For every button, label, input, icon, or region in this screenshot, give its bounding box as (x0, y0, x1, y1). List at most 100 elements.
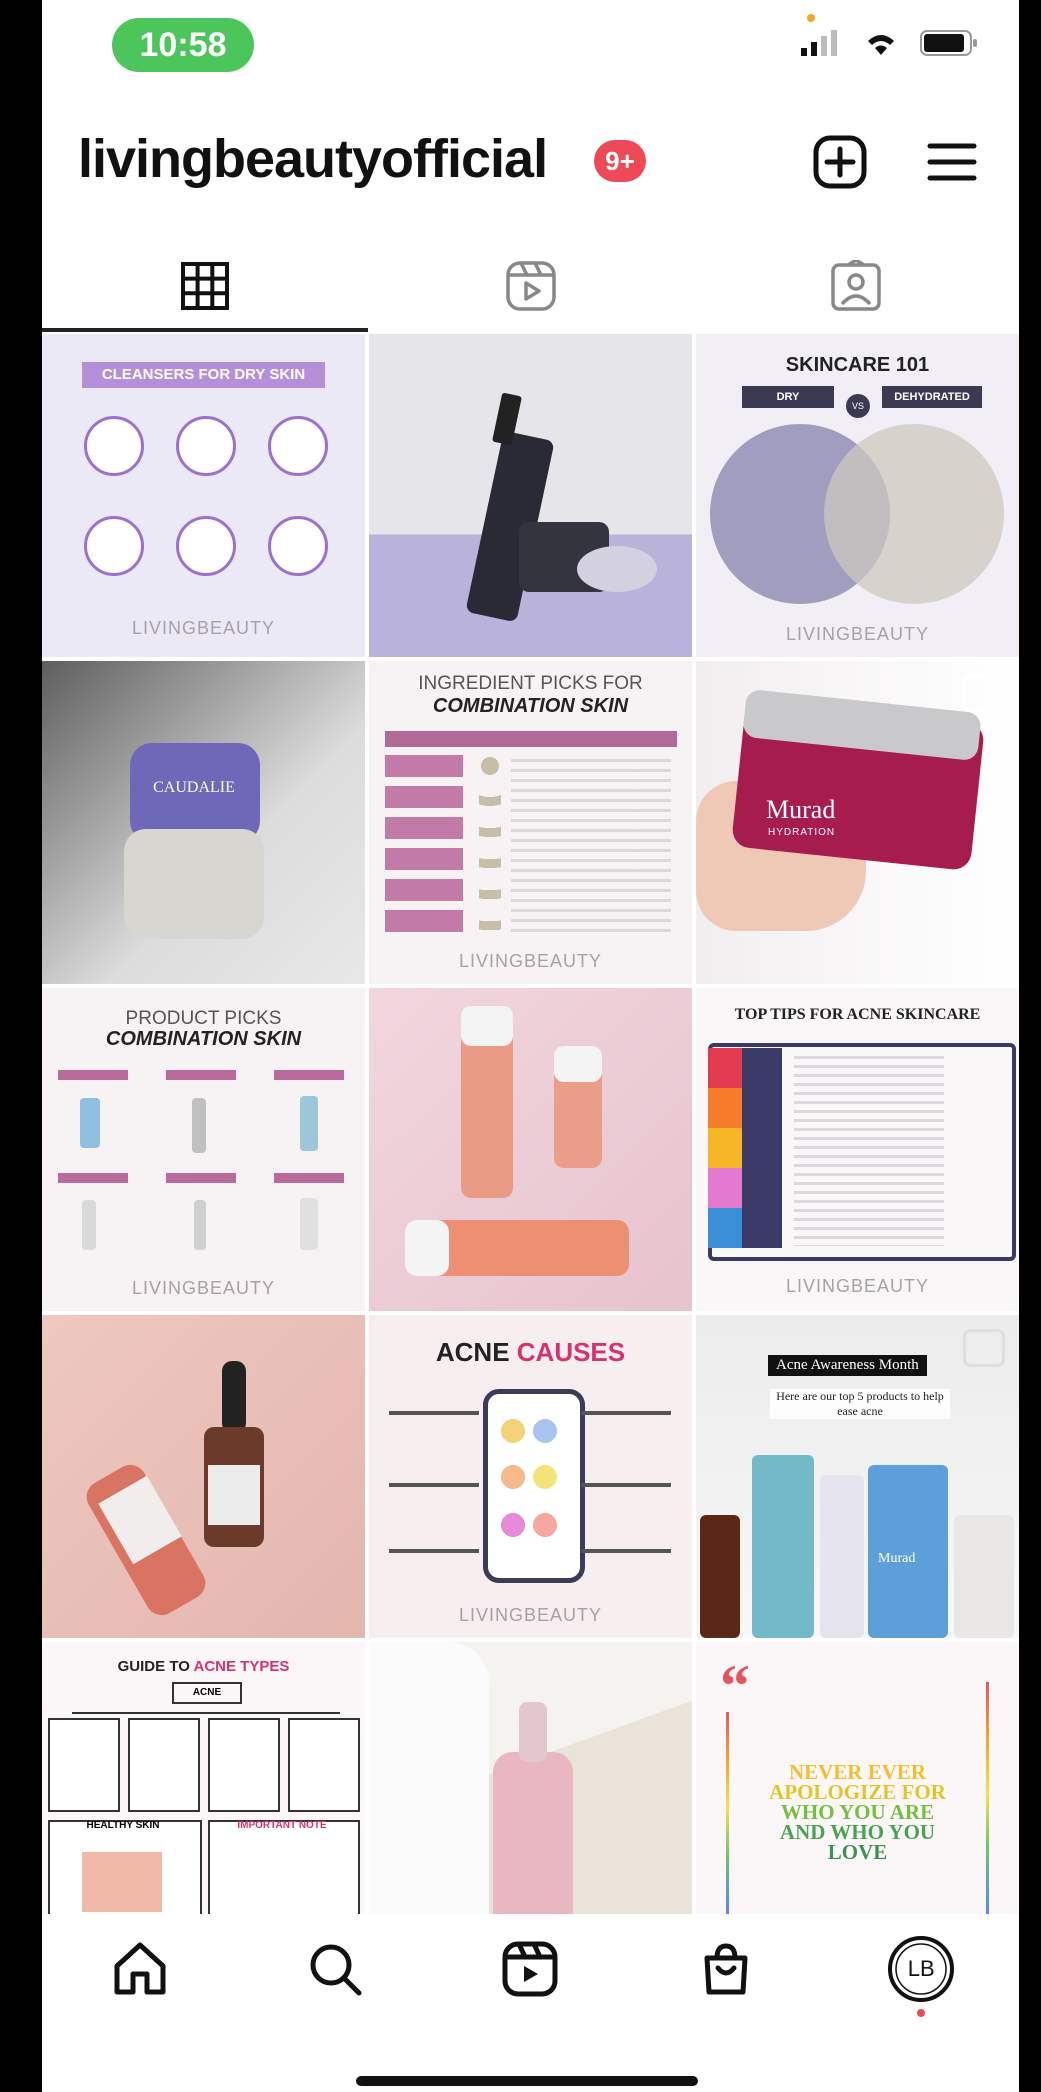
nav-search[interactable] (295, 1929, 375, 2009)
icon-column (479, 755, 501, 935)
table-text (511, 759, 671, 935)
post-title: GUIDE TO ACNE TYPES (42, 1658, 365, 1675)
create-post-button[interactable] (810, 132, 870, 192)
category-bars-row2 (58, 1173, 350, 1183)
quote-line-2: APOLOGIZE FOR (769, 1780, 946, 1804)
healthy-skin-label: HEALTHY SKIN (86, 1820, 160, 1831)
notification-badge[interactable]: 9+ (594, 140, 646, 182)
bottle-cap-image (554, 1046, 602, 1082)
avatar-initials: LB (907, 1956, 935, 1981)
wifi-icon (868, 35, 894, 55)
post-subtitle: Here are our top 5 products to help ease… (770, 1389, 950, 1419)
product-image (300, 1198, 318, 1250)
status-icons (799, 28, 979, 58)
nav-home[interactable] (100, 1929, 180, 2009)
post-title-line1: PRODUCT PICKS (125, 1008, 282, 1029)
acne-type-box (48, 1718, 120, 1812)
home-indicator[interactable] (356, 2076, 698, 2086)
connector-line (389, 1411, 479, 1415)
post-acne-awareness-month[interactable]: Acne Awareness Month Here are our top 5 … (696, 1315, 1019, 1638)
tagged-person-icon (831, 260, 881, 311)
brand-sub: HYDRATION (768, 827, 836, 838)
brand-logo-text: LIVINGBEAUTY (131, 618, 276, 638)
quote-mark: “ (720, 1653, 750, 1719)
brand-logo-text: LIVINGBEAUTY (458, 1605, 603, 1625)
bottle-label-image (208, 1465, 260, 1525)
quote-line-1: NEVER EVER (788, 1760, 927, 1784)
post-cleansers-dry-skin[interactable]: CLEANSERS FOR DRY SKIN LIVINGBEAUTY (42, 334, 365, 657)
post-serum-droppers[interactable] (42, 1315, 365, 1638)
tips-divider (742, 1048, 782, 1248)
brand-name: Murad (766, 795, 836, 824)
tab-tagged[interactable] (693, 240, 1019, 332)
product-image (700, 1515, 740, 1638)
acne-type-box (128, 1718, 200, 1812)
signal-icon (801, 30, 837, 56)
white-jar-image (124, 829, 264, 939)
reels-icon (502, 1941, 558, 1997)
cause-icons (497, 1415, 561, 1555)
bottle-cap-image (405, 1220, 449, 1276)
post-acne-causes[interactable]: ACNE CAUSES LIVINGBEAUTY (369, 1315, 692, 1638)
quote-line-5: LOVE (827, 1840, 888, 1864)
dry-label: DRY (742, 386, 834, 408)
post-bio-oil-bottles[interactable] (369, 988, 692, 1311)
profile-username[interactable]: livingbeautyofficial (78, 128, 548, 190)
menu-button[interactable] (922, 132, 982, 192)
tab-reels[interactable] (368, 240, 694, 332)
reel-indicator-icon (963, 1329, 1005, 1367)
posts-grid: CLEANSERS FOR DRY SKIN LIVINGBEAUTY SKIN… (42, 334, 1019, 1965)
post-title: TOP TIPS FOR ACNE SKINCARE (734, 1006, 981, 1023)
product-circle (84, 516, 144, 576)
post-title-b: CAUSES (516, 1337, 626, 1367)
brand-logo-text: LIVINGBEAUTY (785, 624, 930, 644)
product-image (300, 1096, 318, 1151)
post-murad-jar[interactable]: Murad HYDRATION (696, 661, 1019, 984)
post-product-photo-serum[interactable] (369, 334, 692, 657)
tab-posts-grid[interactable] (42, 240, 368, 332)
profile-notification-dot (917, 2009, 926, 2017)
post-skincare-101[interactable]: SKINCARE 101 DRY VS DEHYDRATED LIVINGBEA… (696, 334, 1019, 657)
product-circle (268, 516, 328, 576)
quote-text: NEVER EVER APOLOGIZE FOR WHO YOU ARE AND… (736, 1760, 979, 1864)
post-title: SKINCARE 101 (785, 354, 930, 376)
acne-type-box (208, 1718, 280, 1812)
connector-line (389, 1549, 479, 1553)
reel-indicator-icon (963, 675, 1005, 713)
brand-logo-text: LIVINGBEAUTY (131, 1278, 276, 1298)
post-title-b: ACNE TYPES (193, 1658, 290, 1675)
product-image (192, 1098, 206, 1153)
connector-line (581, 1411, 671, 1415)
post-ingredient-picks[interactable]: INGREDIENT PICKS FOR COMBINATION SKIN LI… (369, 661, 692, 984)
privacy-indicator-dot (807, 14, 815, 22)
brand-logo-text: LIVINGBEAUTY (785, 1276, 930, 1296)
post-product-picks[interactable]: PRODUCT PICKS COMBINATION SKIN LIVINGBEA… (42, 988, 365, 1311)
status-time: 10:58 (112, 18, 254, 72)
bottle-neck-image (519, 1702, 547, 1762)
post-title-a: GUIDE TO (117, 1658, 194, 1675)
acne-type-box (288, 1718, 360, 1812)
dropper-cap-image (222, 1361, 246, 1433)
hamburger-menu-icon (927, 143, 977, 181)
bottle-cap-image (461, 1006, 513, 1046)
brand-name: Murad (878, 1551, 916, 1566)
brand-logo-text: LIVINGBEAUTY (458, 951, 603, 971)
dehydrated-label: DEHYDRATED (882, 386, 982, 408)
quote-line-3: WHO YOU ARE (780, 1800, 935, 1824)
nav-shop[interactable] (686, 1929, 766, 2009)
post-top-tips-acne[interactable]: TOP TIPS FOR ACNE SKINCARE LIVINGBEAUTY (696, 988, 1019, 1311)
bottom-navigation: LB (42, 1914, 1019, 2024)
nav-profile[interactable]: LB (881, 1929, 961, 2017)
product-image (194, 1200, 206, 1250)
jar-lid-image (577, 546, 657, 592)
post-caudalie-jars[interactable]: CAUDALIE (42, 661, 365, 984)
post-title: Acne Awareness Month (768, 1355, 927, 1376)
nav-reels[interactable] (490, 1929, 570, 2009)
post-title-line2: COMBINATION SKIN (105, 1028, 302, 1050)
post-title: CLEANSERS FOR DRY SKIN (82, 362, 325, 388)
quote-line-4: AND WHO YOU (779, 1820, 936, 1844)
shopping-bag-icon (704, 1943, 748, 1995)
venn-right-circle (824, 424, 1004, 604)
post-title-line1: INGREDIENT PICKS FOR (418, 673, 643, 694)
acne-root-box: ACNE (172, 1682, 242, 1704)
